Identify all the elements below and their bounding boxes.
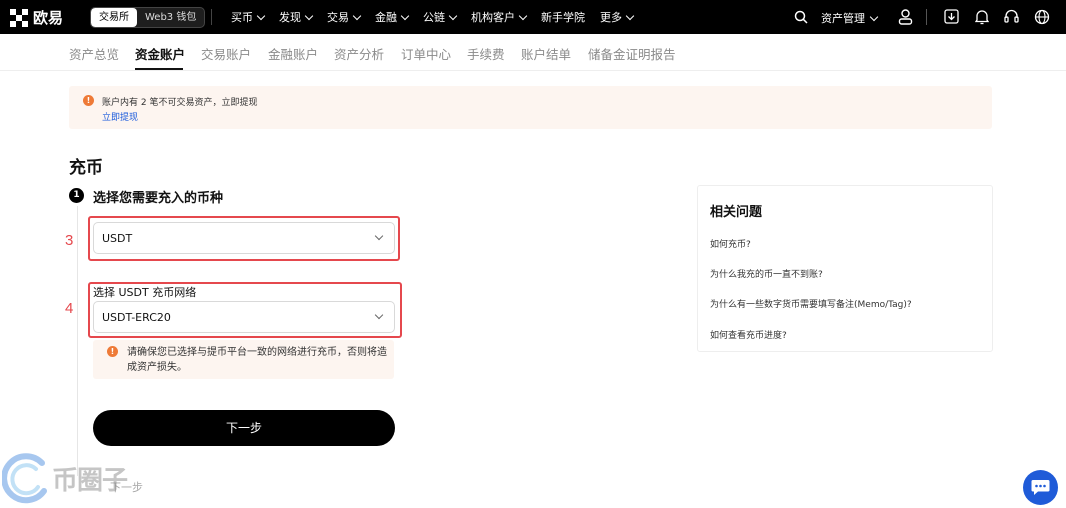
faq-link[interactable]: 如何查看充币进度? [710, 328, 787, 341]
chevron-down-icon [374, 231, 384, 241]
menu-label: 交易 [327, 11, 349, 24]
coin-select[interactable]: USDT [93, 222, 395, 254]
tab-statements[interactable]: 账户结单 [521, 44, 571, 63]
chevron-down-icon [256, 11, 266, 20]
user-icon[interactable] [898, 9, 913, 25]
brand-name: 欧易 [33, 9, 64, 27]
asset-management-menu[interactable]: 资产管理 [821, 10, 879, 26]
divider [926, 9, 927, 25]
withdraw-now-link[interactable]: 立即提现 [102, 110, 138, 123]
tab-funding-account[interactable]: 资金账户 [135, 44, 185, 63]
notice-banner: ! 账户内有 2 笔不可交易资产，立即提现 立即提现 [69, 86, 992, 129]
tab-fees[interactable]: 手续费 [467, 44, 505, 63]
network-warning-text: 请确保您已选择与提币平台一致的网络进行充币，否则将造成资产损失。 [127, 347, 387, 373]
search-icon[interactable] [794, 10, 808, 24]
headset-icon[interactable] [1004, 9, 1019, 24]
menu-finance[interactable]: 金融 [375, 9, 410, 25]
tab-proof-of-reserves[interactable]: 储备金证明报告 [588, 44, 676, 63]
menu-academy[interactable]: 新手学院 [541, 9, 585, 25]
chat-icon [1031, 480, 1050, 495]
network-warning: ! 请确保您已选择与提币平台一致的网络进行充币，否则将造成资产损失。 [93, 340, 394, 379]
menu-label: 机构客户 [471, 11, 515, 24]
menu-label: 金融 [375, 11, 397, 24]
tab-order-center[interactable]: 订单中心 [401, 44, 451, 63]
page-title: 充币 [69, 158, 103, 178]
exchange-tab[interactable]: 交易所 [91, 8, 137, 27]
annotation-number: 4 [65, 300, 74, 317]
menu-trade[interactable]: 交易 [327, 9, 362, 25]
menu-buy-crypto[interactable]: 买币 [231, 9, 266, 25]
watermark: 币圈子 下一步 [0, 448, 160, 508]
faq-title: 相关问题 [710, 205, 763, 220]
asset-management-label: 资产管理 [821, 12, 865, 25]
chevron-down-icon [400, 11, 410, 20]
faq-link[interactable]: 为什么有一些数字货币需要填写备注(Memo/Tag)? [710, 297, 912, 310]
top-navbar: 欧易 交易所 Web3 钱包 买币 发现 交易 金融 公链 机构客户 新手学院 … [0, 0, 1066, 34]
chevron-down-icon [448, 11, 458, 20]
okx-logo-icon [10, 8, 28, 27]
network-label: 选择 USDT 充币网络 [93, 286, 197, 299]
menu-label: 买币 [231, 11, 253, 24]
menu-discover[interactable]: 发现 [279, 9, 314, 25]
tab-trading-account[interactable]: 交易账户 [201, 44, 251, 63]
network-select-value: USDT-ERC20 [102, 311, 171, 324]
step-title: 选择您需要充入的币种 [93, 191, 224, 206]
watermark-subtext: 下一步 [110, 481, 143, 494]
chevron-down-icon [374, 310, 384, 320]
globe-icon[interactable] [1034, 9, 1050, 25]
divider [211, 9, 212, 25]
related-questions-panel: 相关问题 如何充币? 为什么我充的币一直不到账? 为什么有一些数字货币需要填写备… [697, 185, 993, 352]
warning-icon: ! [107, 346, 118, 357]
exchange-wallet-toggle[interactable]: 交易所 Web3 钱包 [90, 7, 206, 28]
menu-label: 公链 [423, 11, 445, 24]
menu-label: 新手学院 [541, 11, 585, 24]
web3-wallet-tab[interactable]: Web3 钱包 [137, 8, 204, 27]
chevron-down-icon [869, 12, 879, 21]
logo[interactable]: 欧易 [10, 7, 63, 28]
chevron-down-icon [518, 11, 528, 20]
main-menu: 买币 发现 交易 金融 公链 机构客户 新手学院 更多 [231, 0, 648, 34]
menu-label: 更多 [600, 11, 622, 24]
support-chat-button[interactable] [1023, 470, 1058, 505]
next-step-button[interactable]: 下一步 [93, 410, 395, 446]
watermark-logo-icon [2, 453, 47, 504]
account-subnav: 资产总览 资金账户 交易账户 金融账户 资产分析 订单中心 手续费 账户结单 储… [0, 34, 1066, 71]
coin-select-value: USDT [102, 232, 133, 245]
faq-link[interactable]: 如何充币? [710, 237, 751, 250]
step-number: 1 [69, 188, 84, 203]
bell-icon[interactable] [975, 9, 989, 25]
menu-chain[interactable]: 公链 [423, 9, 458, 25]
faq-link[interactable]: 为什么我充的币一直不到账? [710, 267, 823, 280]
chevron-down-icon [625, 11, 635, 20]
tab-finance-account[interactable]: 金融账户 [268, 44, 318, 63]
download-icon[interactable] [944, 9, 959, 24]
chevron-down-icon [304, 11, 314, 20]
notice-text: 账户内有 2 笔不可交易资产，立即提现 [102, 98, 258, 108]
menu-institutional[interactable]: 机构客户 [471, 9, 528, 25]
chevron-down-icon [352, 11, 362, 20]
warning-icon: ! [83, 95, 94, 106]
step-connector-line [77, 206, 78, 476]
menu-more[interactable]: 更多 [600, 9, 635, 25]
active-tab-indicator [135, 68, 183, 70]
network-select[interactable]: USDT-ERC20 [93, 301, 395, 333]
annotation-number: 3 [65, 232, 74, 249]
tab-asset-overview[interactable]: 资产总览 [69, 44, 119, 63]
menu-label: 发现 [279, 11, 301, 24]
tab-asset-analysis[interactable]: 资产分析 [334, 44, 384, 63]
